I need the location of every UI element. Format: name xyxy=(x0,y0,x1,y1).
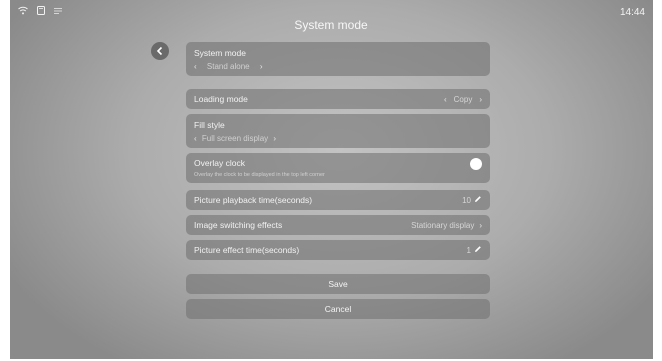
image-switching-effects-value: Stationary display xyxy=(411,220,475,230)
system-mode-row[interactable]: System mode ‹ Stand alone › xyxy=(186,42,490,76)
chevron-left-icon[interactable]: ‹ xyxy=(444,95,447,104)
picture-effect-time-value: 1 xyxy=(466,245,471,255)
chevron-left-icon[interactable]: ‹ xyxy=(194,134,197,143)
pencil-icon[interactable] xyxy=(474,245,482,255)
fill-style-row[interactable]: Fill style ‹ Full screen display › xyxy=(186,114,490,148)
settings-screen: 14:44 System mode System mode ‹ Stand al… xyxy=(0,0,662,361)
fill-style-selector[interactable]: ‹ Full screen display › xyxy=(194,134,482,143)
sd-card-icon xyxy=(37,6,45,18)
pencil-icon[interactable] xyxy=(474,195,482,205)
toggle-knob xyxy=(470,158,482,170)
save-button[interactable]: Save xyxy=(186,274,490,294)
image-switching-effects-selector[interactable]: Stationary display › xyxy=(411,221,482,230)
picture-effect-time-label: Picture effect time(seconds) xyxy=(194,245,300,255)
loading-mode-label: Loading mode xyxy=(194,94,248,104)
overlay-clock-label: Overlay clock xyxy=(194,158,246,168)
fill-style-value: Full screen display xyxy=(201,134,269,143)
status-clock: 14:44 xyxy=(619,7,645,18)
overlay-clock-toggle[interactable] xyxy=(460,158,482,170)
cancel-button[interactable]: Cancel xyxy=(186,299,490,319)
chevron-left-icon xyxy=(156,46,163,56)
picture-playback-time-row[interactable]: Picture playback time(seconds) 10 xyxy=(186,190,490,210)
loading-mode-selector[interactable]: ‹ Copy › xyxy=(444,95,482,104)
overlay-clock-description: Overlay the clock to be displayed in the… xyxy=(194,172,325,178)
back-button[interactable] xyxy=(151,42,169,60)
loading-mode-row[interactable]: Loading mode ‹ Copy › xyxy=(186,89,490,109)
chevron-right-icon[interactable]: › xyxy=(479,221,482,230)
page-title: System mode xyxy=(294,18,368,32)
picture-effect-time-field[interactable]: 1 xyxy=(467,245,482,255)
status-bar xyxy=(18,6,62,18)
loading-mode-value: Copy xyxy=(453,94,473,104)
system-mode-label: System mode xyxy=(194,48,246,58)
picture-playback-time-value: 10 xyxy=(462,195,471,205)
menu-lines-icon xyxy=(54,7,62,18)
wifi-icon xyxy=(18,6,28,18)
picture-playback-time-field[interactable]: 10 xyxy=(462,195,482,205)
fill-style-label: Fill style xyxy=(194,120,225,130)
chevron-right-icon[interactable]: › xyxy=(479,95,482,104)
picture-effect-time-row[interactable]: Picture effect time(seconds) 1 xyxy=(186,240,490,260)
picture-playback-time-label: Picture playback time(seconds) xyxy=(194,195,313,205)
screen-frame-left xyxy=(0,0,10,361)
overlay-clock-row[interactable]: Overlay clock Overlay the clock to be di… xyxy=(186,153,490,183)
image-switching-effects-row[interactable]: Image switching effects Stationary displ… xyxy=(186,215,490,235)
image-switching-effects-label: Image switching effects xyxy=(194,220,283,230)
chevron-left-icon[interactable]: ‹ xyxy=(194,62,197,71)
system-mode-selector[interactable]: ‹ Stand alone › xyxy=(194,62,482,71)
screen-frame-right xyxy=(653,0,662,361)
system-mode-value: Stand alone xyxy=(206,62,250,71)
chevron-right-icon[interactable]: › xyxy=(260,62,263,71)
chevron-right-icon[interactable]: › xyxy=(273,134,276,143)
